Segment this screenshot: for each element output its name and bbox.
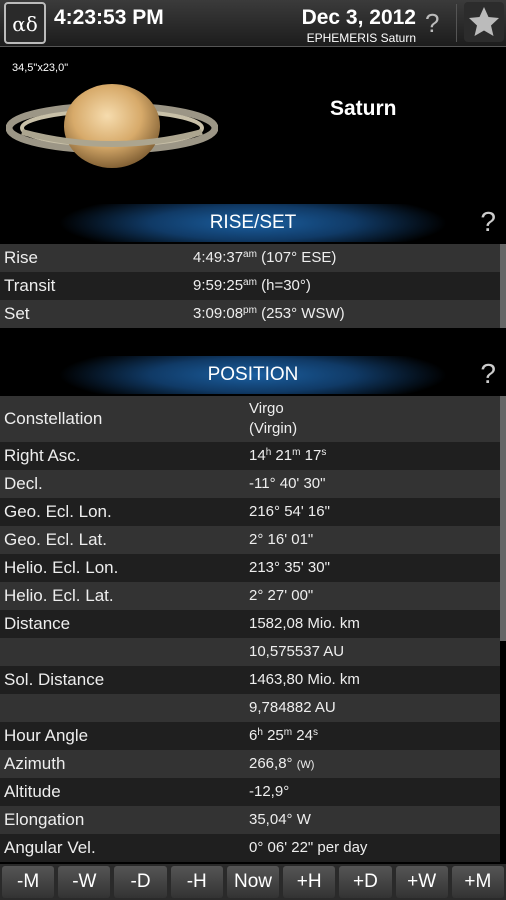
row-label: Angular Vel. (4, 838, 96, 857)
row-value: 9:59:25am (h=30°) (193, 277, 311, 294)
row-value: -12,9° (249, 783, 290, 800)
row-label: Helio. Ecl. Lat. (4, 586, 114, 605)
table-row: 9,784882 AU (0, 694, 500, 722)
row-label: Constellation (4, 409, 103, 428)
row-label: Rise (4, 248, 39, 267)
row-value: 0° 06' 22" per day (249, 839, 368, 856)
saturn-image (6, 84, 218, 168)
row-value: 2° 16' 01" (249, 531, 314, 548)
row-label: Set (4, 304, 30, 323)
section-title: RISE/SET (209, 212, 297, 233)
current-time[interactable]: 4:23:53 PM (54, 6, 164, 30)
screen-subtitle: EPHEMERIS Saturn (306, 31, 416, 45)
divider (456, 4, 457, 42)
row-value: 14h 21m 17s (249, 447, 327, 464)
minus-week-button[interactable]: -W (58, 866, 111, 898)
table-row: Set 3:09:08pm (253° WSW) (0, 300, 500, 328)
table-row: Right Asc. 14h 21m 17s (0, 442, 500, 470)
table-row: Sol. Distance 1463,80 Mio. km (0, 666, 500, 694)
table-row: Angular Vel. 0° 06' 22" per day (0, 834, 500, 862)
current-date[interactable]: Dec 3, 2012 (302, 6, 416, 30)
row-label: Transit (4, 276, 56, 295)
table-row: 10,575537 AU (0, 638, 500, 666)
position-table: Constellation Virgo (Virgin) Right Asc. 1… (0, 396, 500, 862)
scrollbar[interactable] (500, 396, 506, 641)
table-row: Altitude -12,9° (0, 778, 500, 806)
table-row: Helio. Ecl. Lat. 2° 27' 00" (0, 582, 500, 610)
table-row: Rise 4:49:37am (107° ESE) (0, 244, 500, 272)
row-label: Elongation (4, 810, 85, 829)
row-value: 6h 25m 24s (249, 727, 318, 744)
table-row: Elongation 35,04° W (0, 806, 500, 834)
help-icon[interactable]: ? (425, 8, 439, 39)
object-name: Saturn (330, 97, 397, 120)
app-logo-icon[interactable]: αδ (4, 2, 46, 44)
minus-hour-button[interactable]: -H (170, 866, 223, 898)
row-value: 213° 35' 30" (249, 559, 330, 576)
row-label: Geo. Ecl. Lon. (4, 502, 112, 521)
rise-set-header: RISE/SET ? (0, 204, 506, 242)
table-row: Constellation Virgo (Virgin) (0, 396, 500, 442)
row-label: Geo. Ecl. Lat. (4, 530, 107, 549)
row-value: 1463,80 Mio. km (249, 671, 360, 688)
row-label: Decl. (4, 474, 43, 493)
time-step-bar: -M -W -D -H Now +H +D +W +M (0, 864, 506, 900)
rise-set-table: Rise 4:49:37am (107° ESE) Transit 9:59:2… (0, 244, 500, 328)
position-header: POSITION ? (0, 356, 506, 394)
row-label: Azimuth (4, 754, 66, 773)
row-value: 216° 54' 16" (249, 503, 330, 520)
star-icon[interactable] (464, 2, 504, 42)
row-value: 3:09:08pm (253° WSW) (193, 305, 345, 322)
table-row: Hour Angle 6h 25m 24s (0, 722, 500, 750)
row-value: 10,575537 AU (249, 643, 345, 660)
section-title: POSITION (207, 364, 299, 385)
row-value: 35,04° W (249, 811, 311, 828)
row-label: Right Asc. (4, 446, 81, 465)
table-row: Distance 1582,08 Mio. km (0, 610, 500, 638)
row-value: Virgo (Virgin) (249, 400, 298, 437)
scrollbar[interactable] (500, 244, 506, 328)
now-button[interactable]: Now (226, 866, 280, 898)
table-row: Transit 9:59:25am (h=30°) (0, 272, 500, 300)
row-value: 2° 27' 00" (249, 587, 314, 604)
table-row: Geo. Ecl. Lon. 216° 54' 16" (0, 498, 500, 526)
row-label: Helio. Ecl. Lon. (4, 558, 119, 577)
plus-day-button[interactable]: +D (339, 866, 392, 898)
plus-hour-button[interactable]: +H (283, 866, 336, 898)
row-value: 266,8° (W) (249, 755, 315, 772)
table-row: Geo. Ecl. Lat. 2° 16' 01" (0, 526, 500, 554)
row-value: 1582,08 Mio. km (249, 615, 360, 632)
table-row: Azimuth 266,8° (W) (0, 750, 500, 778)
help-icon[interactable]: ? (480, 358, 496, 390)
table-row: Helio. Ecl. Lon. 213° 35' 30" (0, 554, 500, 582)
minus-month-button[interactable]: -M (2, 866, 55, 898)
minus-day-button[interactable]: -D (114, 866, 167, 898)
table-row: Decl. -11° 40' 30" (0, 470, 500, 498)
row-label: Altitude (4, 782, 61, 801)
row-value: -11° 40' 30" (249, 475, 326, 492)
row-value: 9,784882 AU (249, 699, 336, 716)
row-value: 4:49:37am (107° ESE) (193, 249, 337, 266)
row-label: Sol. Distance (4, 670, 105, 689)
help-icon[interactable]: ? (480, 206, 496, 238)
row-label: Hour Angle (4, 726, 89, 745)
plus-week-button[interactable]: +W (395, 866, 448, 898)
row-label: Distance (4, 614, 71, 633)
plus-month-button[interactable]: +M (451, 866, 504, 898)
apparent-size-label: 34,5"x23,0" (12, 62, 69, 74)
top-bar: αδ 4:23:53 PM Dec 3, 2012 EPHEMERIS Satu… (0, 0, 506, 47)
